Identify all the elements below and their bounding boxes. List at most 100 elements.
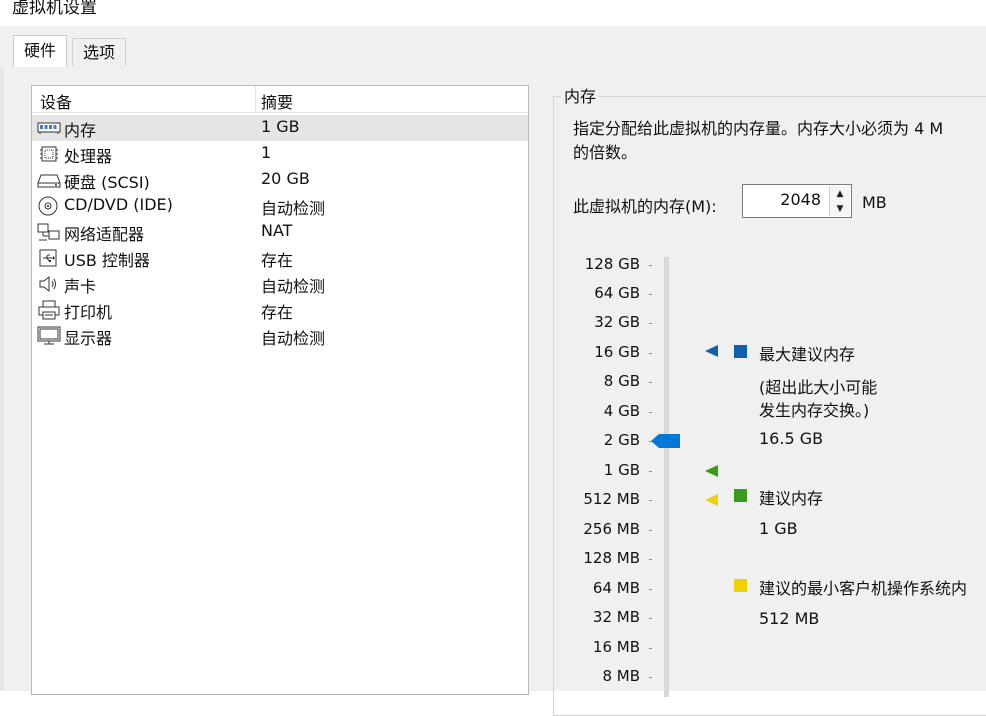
display-icon	[37, 326, 61, 346]
hardware-panel: 设备 摘要 内存 1 GB 处理器 1 硬盘 (SCSI) 20 GB CD/D…	[0, 67, 986, 716]
recommended-label: 建议内存	[759, 489, 824, 508]
scale-label: 128 MB	[583, 549, 640, 567]
recommended-swatch-icon	[734, 489, 747, 502]
max-recommended-marker-icon	[704, 343, 720, 357]
scale-label: 4 GB	[603, 402, 640, 420]
scale-label: 32 GB	[594, 313, 640, 331]
usb-icon	[37, 248, 61, 268]
device-summary: 存在	[261, 251, 294, 270]
scale-label: 64 MB	[592, 579, 640, 597]
tab-hardware[interactable]: 硬件	[13, 35, 68, 67]
device-row-cd-dvd[interactable]: CD/DVD (IDE) 自动检测	[32, 193, 528, 219]
scale-label: 64 GB	[594, 284, 640, 302]
scale-tick	[649, 648, 652, 649]
min-os-marker-icon	[704, 492, 720, 506]
device-row-sound-card[interactable]: 声卡 自动检测	[32, 271, 528, 297]
tab-strip: 硬件 选项	[0, 26, 986, 68]
device-name: 处理器	[64, 147, 113, 166]
printer-icon	[37, 300, 61, 320]
device-list[interactable]: 设备 摘要 内存 1 GB 处理器 1 硬盘 (SCSI) 20 GB CD/D…	[31, 85, 529, 695]
memory-description-line2: 的倍数。	[573, 143, 638, 162]
device-summary: 自动检测	[261, 199, 326, 218]
device-row-network-adapter[interactable]: 网络适配器 NAT	[32, 219, 528, 245]
device-list-header: 设备 摘要	[32, 86, 528, 113]
cd-dvd-icon	[37, 196, 61, 216]
scale-label: 8 GB	[603, 372, 640, 390]
scale-tick	[649, 618, 652, 619]
sound-card-icon	[37, 274, 61, 294]
device-row-processor[interactable]: 处理器 1	[32, 141, 528, 167]
min-os-swatch-icon	[734, 579, 747, 592]
device-name: 网络适配器	[64, 225, 145, 244]
device-name: USB 控制器	[64, 251, 150, 270]
memory-description: 指定分配给此虚拟机的内存量。内存大小必须为 4 M 的倍数。	[573, 117, 986, 165]
scale-label: 16 GB	[594, 343, 640, 361]
device-summary: 20 GB	[261, 169, 310, 188]
spin-up-button[interactable]: ▲	[829, 186, 850, 202]
hard-disk-icon	[37, 170, 61, 190]
scale-label: 16 MB	[592, 638, 640, 656]
column-header-summary[interactable]: 摘要	[261, 89, 293, 113]
column-divider[interactable]	[255, 86, 256, 112]
scale-tick	[649, 500, 652, 501]
recommended-value: 1 GB	[759, 519, 798, 538]
device-summary: 自动检测	[261, 277, 326, 296]
device-name: 打印机	[64, 303, 113, 322]
scale-tick	[649, 471, 652, 472]
max-recommended-note-1: (超出此大小可能	[759, 378, 878, 397]
column-header-device[interactable]: 设备	[40, 89, 72, 113]
memory-group-title: 内存	[561, 83, 600, 107]
device-summary: 存在	[261, 303, 294, 322]
scale-tick	[649, 530, 652, 531]
scale-label: 8 MB	[602, 667, 640, 685]
memory-field-label: 此虚拟机的内存(M):	[573, 197, 717, 216]
scale-label: 32 MB	[592, 608, 640, 626]
min-os-value: 512 MB	[759, 609, 820, 628]
device-summary: NAT	[261, 221, 293, 240]
device-name: 显示器	[64, 329, 113, 348]
device-summary: 1	[261, 143, 272, 162]
scale-label: 128 GB	[584, 255, 640, 273]
max-recommended-note-2: 发生内存交换。)	[759, 401, 870, 420]
device-row-hard-disk[interactable]: 硬盘 (SCSI) 20 GB	[32, 167, 528, 193]
device-name: 硬盘 (SCSI)	[64, 173, 150, 192]
device-row-printer[interactable]: 打印机 存在	[32, 297, 528, 323]
device-row-memory[interactable]: 内存 1 GB	[32, 115, 528, 141]
scale-tick	[649, 589, 652, 590]
memory-slider-thumb[interactable]	[651, 433, 681, 449]
tab-options[interactable]: 选项	[72, 38, 127, 66]
max-recommended-value: 16.5 GB	[759, 429, 824, 448]
network-adapter-icon	[37, 222, 61, 242]
memory-value-input[interactable]: 2048	[780, 190, 821, 209]
scale-tick	[649, 323, 652, 324]
recommended-marker-icon	[704, 463, 720, 477]
scale-label: 2 GB	[603, 431, 640, 449]
device-row-display[interactable]: 显示器 自动检测	[32, 323, 528, 349]
window-title: 虚拟机设置	[12, 0, 97, 18]
memory-spinbox[interactable]: 2048 ▲ ▼	[742, 184, 852, 218]
scale-tick	[649, 412, 652, 413]
device-name: 声卡	[64, 277, 97, 296]
memory-unit: MB	[862, 193, 887, 212]
device-summary: 自动检测	[261, 329, 326, 348]
memory-slider-track[interactable]	[664, 257, 669, 697]
memory-icon	[37, 118, 61, 138]
min-os-label: 建议的最小客户机操作系统内	[759, 579, 968, 598]
scale-label: 1 GB	[603, 461, 640, 479]
title-bar: 虚拟机设置	[0, 0, 986, 26]
device-summary: 1 GB	[261, 117, 300, 136]
scale-tick	[649, 559, 652, 560]
scale-label: 512 MB	[583, 490, 640, 508]
scale-tick	[649, 353, 652, 354]
spin-down-button[interactable]: ▼	[829, 201, 850, 216]
scale-label: 256 MB	[583, 520, 640, 538]
memory-description-line1: 指定分配给此虚拟机的内存量。内存大小必须为 4 M	[573, 119, 944, 138]
processor-icon	[37, 144, 61, 164]
max-recommended-swatch-icon	[734, 345, 747, 358]
device-row-usb[interactable]: USB 控制器 存在	[32, 245, 528, 271]
scale-tick	[649, 382, 652, 383]
max-recommended-label: 最大建议内存	[759, 345, 856, 364]
scale-tick	[649, 677, 652, 678]
scale-tick	[649, 294, 652, 295]
left-edge	[0, 67, 4, 691]
